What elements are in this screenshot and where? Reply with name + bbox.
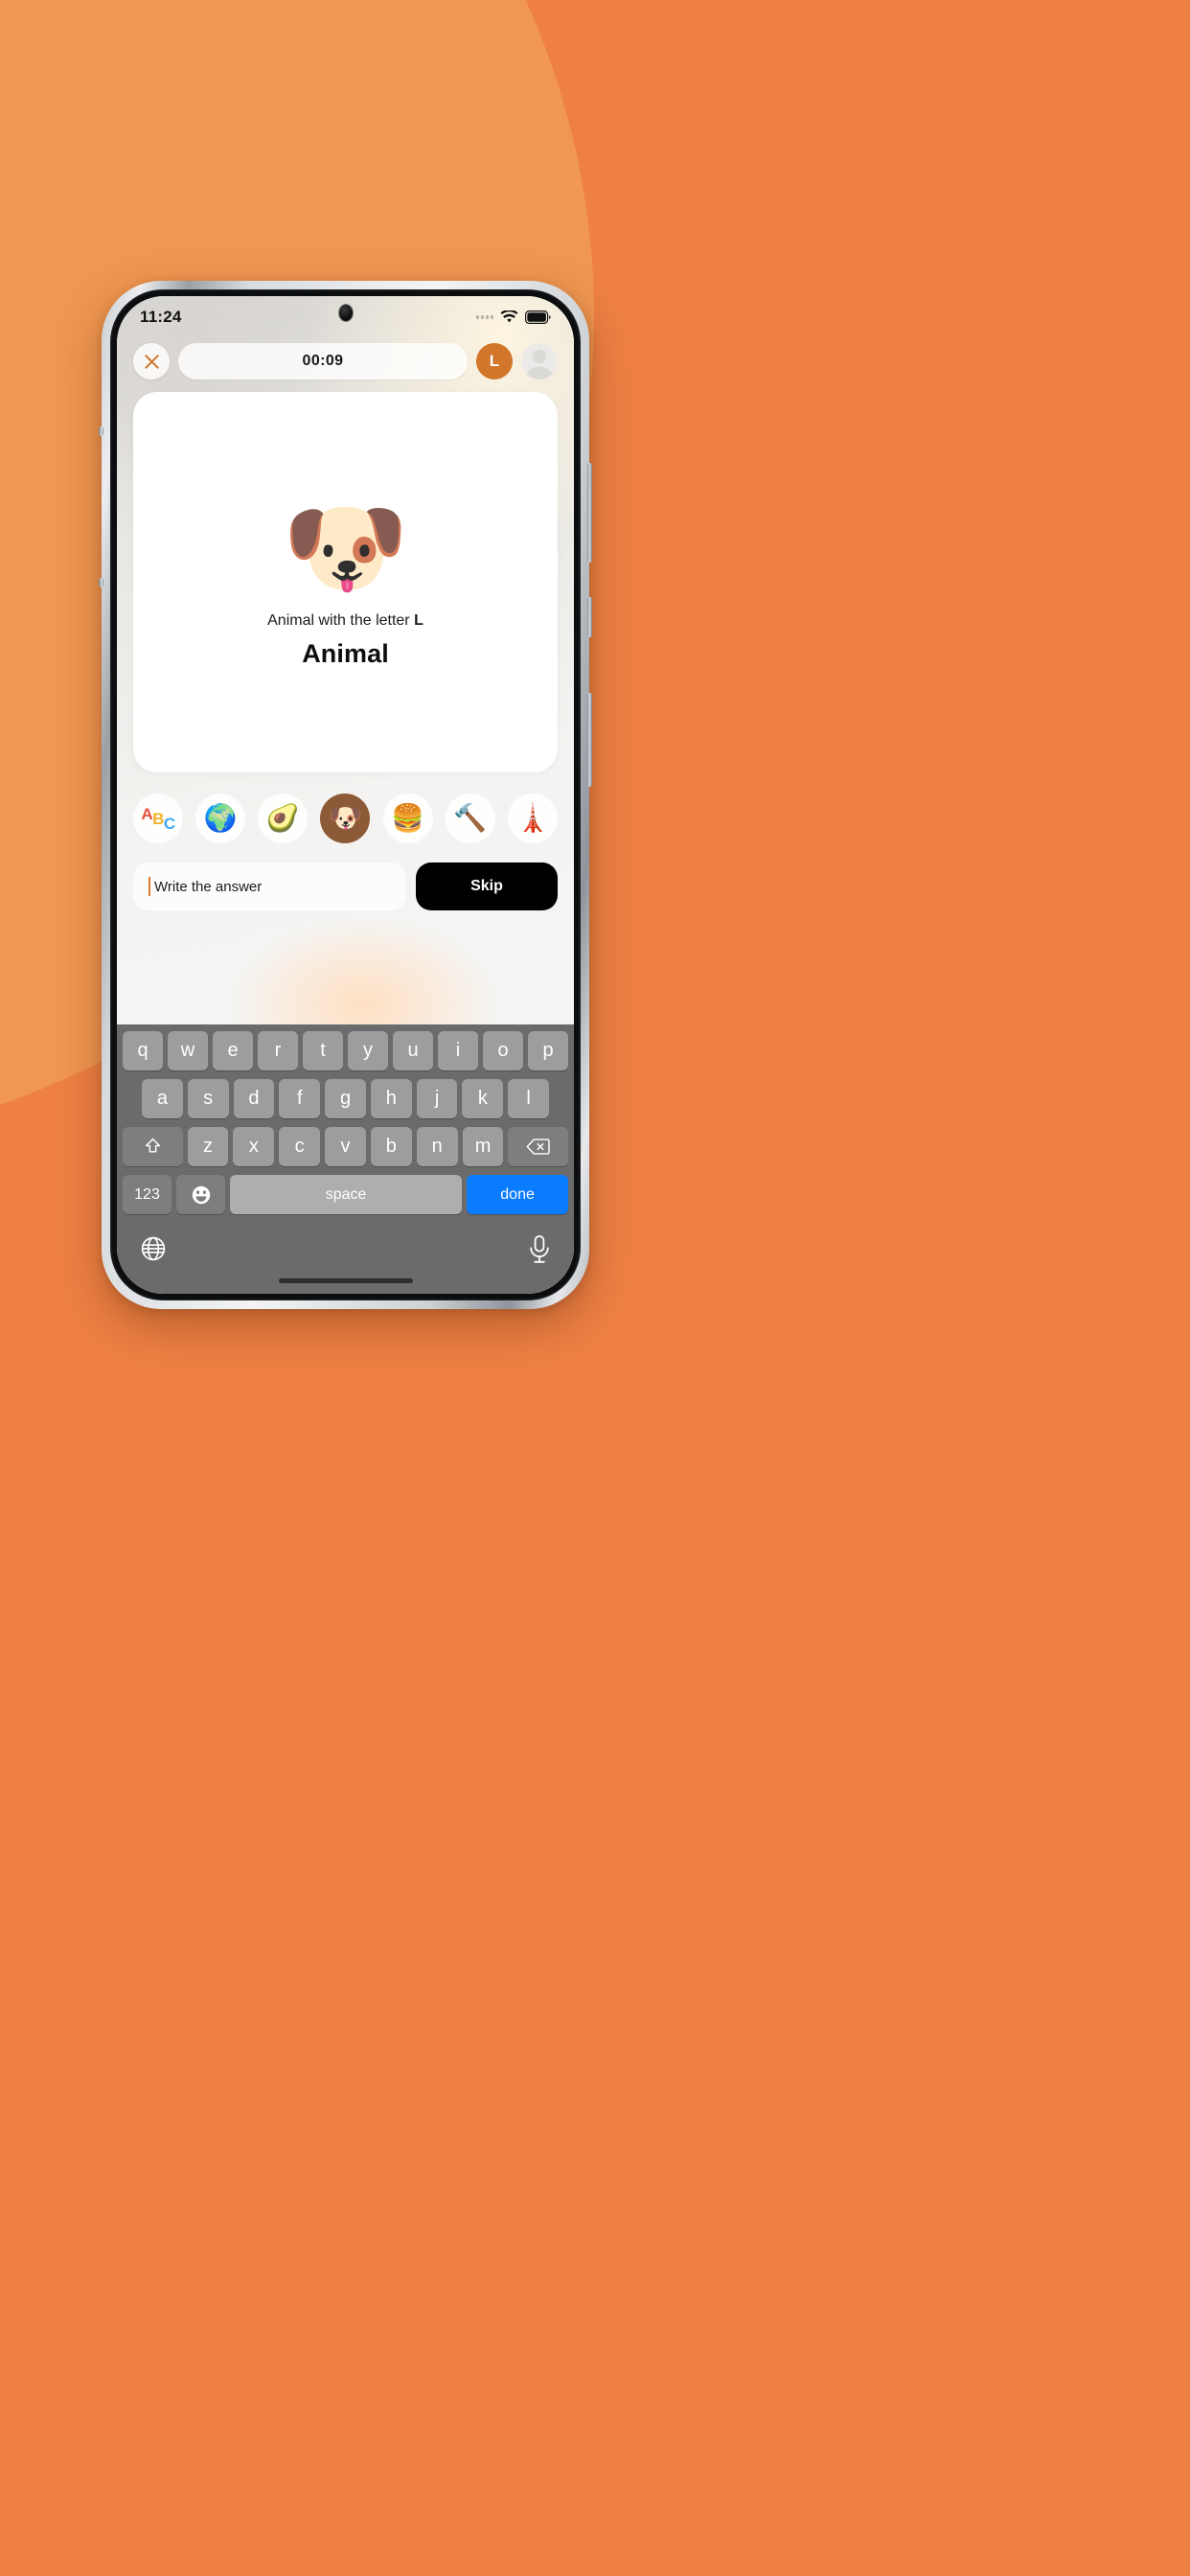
- top-navigation-bar: 00:09 L: [117, 338, 574, 387]
- numbers-key[interactable]: 123: [123, 1175, 172, 1214]
- prompt-letter: L: [414, 612, 423, 630]
- answer-entry-row: Write the answer Skip: [117, 843, 574, 910]
- player-avatar[interactable]: L: [476, 343, 513, 380]
- key-r[interactable]: r: [258, 1031, 298, 1070]
- keyboard-row-1: q w e r t y u i o p: [120, 1031, 571, 1070]
- volume-down-button[interactable]: [587, 597, 592, 637]
- key-q[interactable]: q: [123, 1031, 163, 1070]
- key-f[interactable]: f: [279, 1079, 321, 1118]
- phone-bezel: 11:24 00:09 L 🐶 Animal with the letter L…: [110, 289, 581, 1300]
- globe-language-icon[interactable]: [139, 1234, 168, 1263]
- key-a[interactable]: a: [141, 1079, 183, 1118]
- key-n[interactable]: n: [416, 1127, 458, 1166]
- status-bar-time: 11:24: [140, 308, 182, 326]
- space-key[interactable]: space: [230, 1175, 463, 1214]
- round-timer: 00:09: [178, 343, 468, 380]
- abc-letters-icon: A: [141, 804, 153, 823]
- text-caret: [149, 877, 150, 896]
- emoji-smiley-icon: [192, 1185, 210, 1204]
- hamburger-icon: 🍔: [391, 803, 425, 833]
- question-prompt: Animal with the letter L: [267, 612, 423, 630]
- home-indicator[interactable]: [278, 1278, 413, 1283]
- status-bar-indicators: [476, 310, 551, 324]
- avocado-icon: 🥑: [265, 803, 300, 833]
- key-e[interactable]: e: [213, 1031, 253, 1070]
- battery-full-icon: [525, 310, 551, 324]
- answer-input[interactable]: Write the answer: [133, 862, 406, 910]
- power-button[interactable]: [587, 693, 592, 787]
- hammer-icon: 🔨: [453, 803, 488, 833]
- key-c[interactable]: c: [279, 1127, 321, 1166]
- key-d[interactable]: d: [233, 1079, 275, 1118]
- done-key[interactable]: done: [467, 1175, 569, 1214]
- backspace-key[interactable]: [508, 1127, 568, 1166]
- keyboard-row-2: a s d f g h j k l: [120, 1079, 571, 1118]
- player-avatar-initial: L: [489, 352, 500, 370]
- dog-face-icon: 🐶: [329, 803, 362, 833]
- skip-button[interactable]: Skip: [416, 862, 558, 910]
- key-j[interactable]: j: [416, 1079, 458, 1118]
- backspace-icon: [526, 1138, 550, 1155]
- key-h[interactable]: h: [370, 1079, 412, 1118]
- keyboard-row-3: z x c v b n m: [120, 1127, 571, 1166]
- close-x-icon: [144, 354, 159, 369]
- status-bar: 11:24: [117, 296, 574, 338]
- dog-face-emoji: 🐶: [282, 491, 409, 605]
- signal-dots-icon: [476, 315, 493, 319]
- close-button[interactable]: [133, 343, 170, 380]
- key-z[interactable]: z: [187, 1127, 229, 1166]
- key-w[interactable]: w: [168, 1031, 208, 1070]
- key-v[interactable]: v: [325, 1127, 366, 1166]
- skip-button-label: Skip: [470, 878, 503, 894]
- opponent-avatar[interactable]: [521, 343, 558, 380]
- question-card: 🐶 Animal with the letter L Animal: [133, 392, 558, 772]
- volume-up-button[interactable]: [587, 463, 592, 563]
- category-letters[interactable]: ABC: [133, 794, 183, 843]
- key-p[interactable]: p: [528, 1031, 568, 1070]
- key-s[interactable]: s: [187, 1079, 229, 1118]
- prompt-prefix-text: Animal with the letter: [267, 612, 415, 630]
- key-l[interactable]: l: [508, 1079, 550, 1118]
- category-food-plant[interactable]: 🥑: [258, 794, 309, 843]
- key-y[interactable]: y: [348, 1031, 388, 1070]
- left-antenna-line: [99, 426, 103, 436]
- category-selector-row: ABC 🌍 🥑 🐶 🍔 🔨 🗼: [117, 772, 574, 843]
- tokyo-tower-icon: 🗼: [515, 803, 550, 833]
- category-title: Animal: [302, 639, 389, 669]
- key-x[interactable]: x: [233, 1127, 275, 1166]
- key-i[interactable]: i: [438, 1031, 478, 1070]
- key-t[interactable]: t: [303, 1031, 343, 1070]
- person-placeholder-icon: [525, 349, 554, 380]
- phone-device-frame: 11:24 00:09 L 🐶 Animal with the letter L…: [99, 281, 592, 1309]
- category-animal[interactable]: 🐶: [320, 794, 371, 843]
- key-o[interactable]: o: [483, 1031, 523, 1070]
- front-camera-punch-hole: [338, 305, 353, 321]
- earth-globe-icon: 🌍: [203, 803, 238, 833]
- app-root: 11:24 00:09 L 🐶 Animal with the letter L…: [117, 296, 574, 1294]
- category-geography[interactable]: 🌍: [195, 794, 246, 843]
- phone-screen: 11:24 00:09 L 🐶 Animal with the letter L…: [117, 296, 574, 1294]
- wifi-icon: [500, 310, 518, 323]
- key-k[interactable]: k: [462, 1079, 504, 1118]
- key-u[interactable]: u: [393, 1031, 433, 1070]
- emoji-key[interactable]: [176, 1175, 226, 1214]
- shift-key[interactable]: [123, 1127, 183, 1166]
- microphone-icon[interactable]: [527, 1234, 552, 1265]
- category-tools[interactable]: 🔨: [445, 794, 495, 843]
- shift-arrow-icon: [145, 1138, 160, 1153]
- key-g[interactable]: g: [325, 1079, 366, 1118]
- left-antenna-line-2: [99, 578, 103, 587]
- category-food[interactable]: 🍔: [382, 794, 433, 843]
- category-places[interactable]: 🗼: [507, 794, 558, 843]
- key-b[interactable]: b: [370, 1127, 412, 1166]
- keyboard-row-4: 123 space done: [120, 1175, 571, 1214]
- answer-input-placeholder: Write the answer: [154, 878, 263, 895]
- timer-value: 00:09: [302, 353, 344, 369]
- on-screen-keyboard: q w e r t y u i o p a s d f g h j k l z …: [117, 1024, 574, 1294]
- key-m[interactable]: m: [462, 1127, 504, 1166]
